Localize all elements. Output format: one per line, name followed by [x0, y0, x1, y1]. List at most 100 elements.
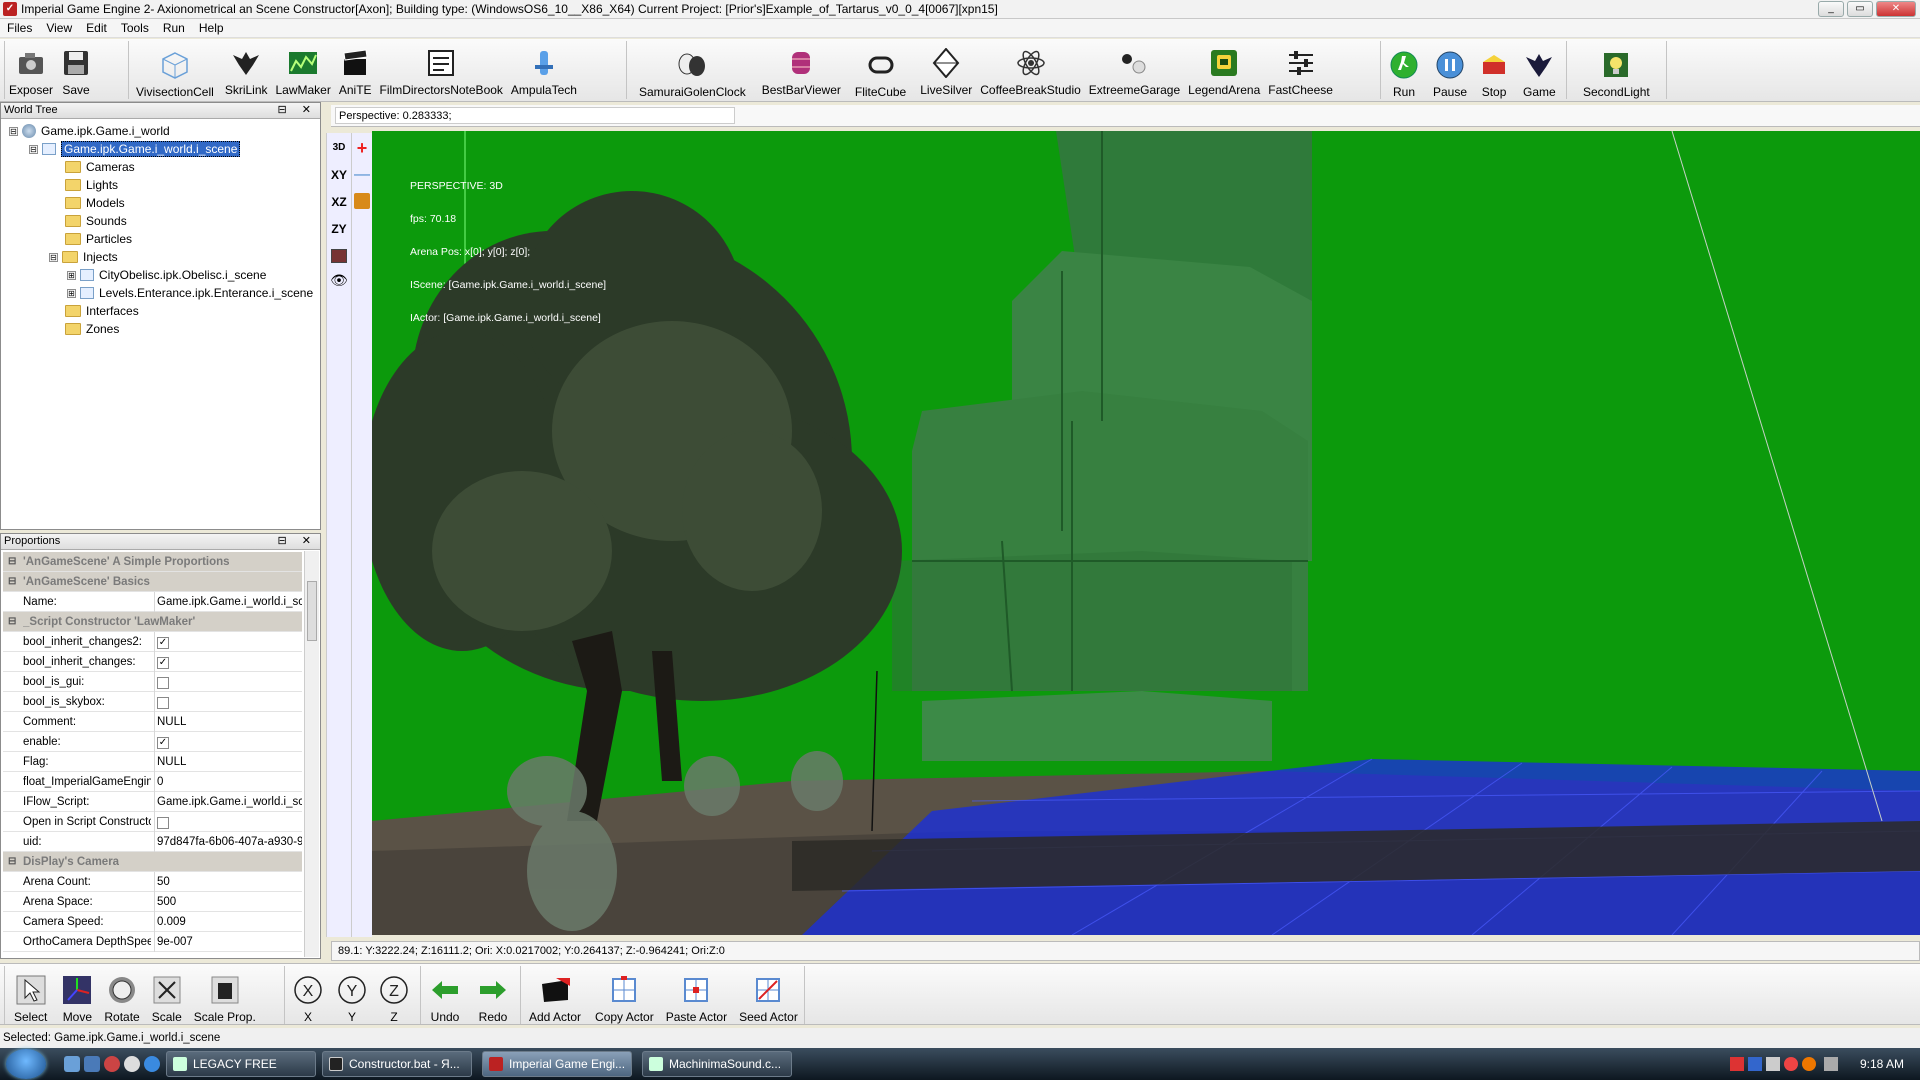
checkbox[interactable]: ✓: [157, 736, 169, 749]
scale-prop-tool-button[interactable]: Scale Prop.: [188, 966, 262, 1024]
checkbox[interactable]: ✓: [157, 636, 169, 649]
property-row-camera-speed[interactable]: Camera Speed: 0.009: [3, 911, 302, 932]
rotate-tool-button[interactable]: Rotate: [98, 966, 145, 1024]
undo-button[interactable]: Undo: [421, 966, 469, 1024]
paste-actor-button[interactable]: Paste Actor: [660, 966, 733, 1024]
lawmaker-button[interactable]: LawMaker: [272, 41, 335, 99]
add-view-icon[interactable]: +: [353, 139, 371, 157]
view-xy-button[interactable]: XY: [327, 162, 351, 188]
minimize-button[interactable]: _: [1818, 1, 1844, 17]
property-row-comment[interactable]: Comment: NULL: [3, 711, 302, 732]
property-row-arena-space[interactable]: Arena Space: 500: [3, 891, 302, 912]
tray-network-icon[interactable]: [1766, 1057, 1780, 1071]
property-row-is-skybox[interactable]: bool_is_skybox:: [3, 691, 302, 712]
tree-node-cameras[interactable]: Cameras: [65, 158, 135, 176]
seed-actor-button[interactable]: Seed Actor: [733, 966, 804, 1024]
property-scrollbar[interactable]: [304, 551, 319, 957]
scene-viewport[interactable]: PERSPECTIVE: 3D fps: 70.18 Arena Pos: x[…: [372, 131, 1920, 935]
livesilver-button[interactable]: LiveSilver: [916, 41, 976, 99]
property-category[interactable]: ⊟ 'AnGameScene' Basics: [3, 572, 302, 592]
stop-button[interactable]: Stop: [1473, 41, 1515, 99]
tree-node-scene[interactable]: ⊟ Game.ipk.Game.i_world.i_scene: [29, 140, 241, 158]
ampulatech-button[interactable]: AmpulaTech: [507, 41, 581, 99]
property-row-is-gui[interactable]: bool_is_gui:: [3, 671, 302, 692]
remove-view-icon[interactable]: —: [353, 167, 371, 185]
menu-tools[interactable]: Tools: [114, 21, 156, 35]
color-swatch-icon[interactable]: [331, 249, 347, 263]
pause-button[interactable]: Pause: [1427, 41, 1473, 99]
property-row-inherit-changes2[interactable]: bool_inherit_changes2: ✓: [3, 631, 302, 652]
tree-node-sounds[interactable]: Sounds: [65, 212, 127, 230]
tree-node-particles[interactable]: Particles: [65, 230, 132, 248]
property-row-uid[interactable]: uid: 97d847fa-6b06-407a-a930-9b: [3, 831, 302, 852]
tree-node-world[interactable]: ⊟ Game.ipk.Game.i_world: [9, 122, 170, 140]
menu-view[interactable]: View: [39, 21, 79, 35]
menu-help[interactable]: Help: [192, 21, 231, 35]
collapse-icon[interactable]: ⊟: [9, 126, 18, 136]
scrollbar-thumb[interactable]: [307, 581, 317, 641]
skrilink-button[interactable]: SkriLink: [221, 41, 272, 99]
eye-icon[interactable]: 👁: [329, 273, 349, 287]
property-row-float[interactable]: float_ImperialGameEngine 0: [3, 771, 302, 792]
move-tool-button[interactable]: Move: [56, 966, 98, 1024]
axis-y-button[interactable]: Y Y: [331, 966, 373, 1024]
opera-icon[interactable]: [104, 1056, 120, 1072]
fastcheese-button[interactable]: FastCheese: [1264, 41, 1337, 99]
add-actor-button[interactable]: Add Actor: [521, 966, 589, 1024]
view-xz-button[interactable]: XZ: [327, 189, 351, 215]
flitecube-button[interactable]: FliteCube: [845, 41, 916, 99]
tree-node-interfaces[interactable]: Interfaces: [65, 302, 139, 320]
collapse-icon[interactable]: ⊟: [49, 252, 58, 262]
task-imperial-game-engine[interactable]: Imperial Game Engi...: [482, 1051, 632, 1077]
coffeebreakstudio-button[interactable]: CoffeeBreakStudio: [976, 41, 1085, 99]
property-row-name[interactable]: Name:Game.ipk.Game.i_world.i_scene: [3, 591, 302, 612]
checkbox[interactable]: [157, 676, 169, 689]
tree-node-cityobelisc[interactable]: ⊞ CityObelisc.ipk.Obelisc.i_scene: [67, 266, 266, 284]
perspective-field[interactable]: Perspective: 0.283333;: [335, 107, 735, 124]
tree-node-zones[interactable]: Zones: [65, 320, 119, 338]
checkbox[interactable]: ✓: [157, 656, 169, 669]
property-category[interactable]: ⊟ 'AnGameScene' A Simple Proportions: [3, 552, 302, 572]
axis-z-button[interactable]: Z Z: [373, 966, 415, 1024]
show-desktop-icon[interactable]: [64, 1056, 80, 1072]
view-3d-button[interactable]: 3D: [327, 135, 351, 161]
tray-warning-icon[interactable]: [1802, 1057, 1816, 1071]
vivisectioncell-button[interactable]: VivisectionCell: [129, 41, 221, 99]
tree-node-enterance[interactable]: ⊞ Levels.Enterance.ipk.Enterance.i_scene: [67, 284, 313, 302]
expand-icon[interactable]: ⊞: [67, 288, 76, 298]
start-orb-icon[interactable]: [6, 1049, 46, 1079]
exposer-button[interactable]: Exposer: [5, 41, 57, 99]
menu-edit[interactable]: Edit: [79, 21, 114, 35]
maximize-button[interactable]: ▭: [1847, 1, 1873, 17]
world-tree-controls[interactable]: ⊟ ✕: [278, 103, 318, 118]
property-row-enable[interactable]: enable: ✓: [3, 731, 302, 752]
proportions-controls[interactable]: ⊟ ✕: [278, 534, 318, 549]
run-button[interactable]: Run: [1381, 41, 1427, 99]
checkbox[interactable]: [157, 696, 169, 709]
property-row-open-script[interactable]: Open in Script Constructor: [3, 811, 302, 832]
chrome-icon[interactable]: [124, 1056, 140, 1072]
select-tool-button[interactable]: Select: [5, 966, 56, 1024]
redo-button[interactable]: Redo: [469, 966, 517, 1024]
property-category[interactable]: ⊟ DisPlay's Camera: [3, 852, 302, 872]
property-row-iflow-script[interactable]: IFlow_Script:Game.ipk.Game.i_world.i_sce…: [3, 791, 302, 812]
ie-icon[interactable]: [144, 1056, 160, 1072]
property-row-inherit-changes[interactable]: bool_inherit_changes: ✓: [3, 651, 302, 672]
anite-button[interactable]: AniTE: [335, 41, 376, 99]
tree-node-models[interactable]: Models: [65, 194, 125, 212]
secondlight-button[interactable]: SecondLight: [1567, 41, 1666, 99]
axis-x-button[interactable]: X X: [285, 966, 331, 1024]
scale-tool-button[interactable]: Scale: [146, 966, 188, 1024]
collapse-icon[interactable]: ⊟: [29, 144, 38, 154]
filmdirectorsnotebook-button[interactable]: FilmDirectorsNoteBook: [376, 41, 507, 99]
task-legacy-free[interactable]: LEGACY FREE: [166, 1051, 316, 1077]
property-category[interactable]: ⊟ _Script Constructor 'LawMaker': [3, 612, 302, 632]
tree-node-injects[interactable]: ⊟ Injects: [49, 248, 118, 266]
legendarena-button[interactable]: LegendArena: [1184, 41, 1264, 99]
task-constructor-bat[interactable]: Constructor.bat - Я...: [322, 1051, 472, 1077]
property-row-arena-count[interactable]: Arena Count: 50: [3, 871, 302, 892]
tray-language-icon[interactable]: [1748, 1057, 1762, 1071]
bestbarviewer-button[interactable]: BestBarViewer: [758, 41, 845, 99]
tree-node-lights[interactable]: Lights: [65, 176, 118, 194]
tray-flag-icon[interactable]: [1730, 1057, 1744, 1071]
